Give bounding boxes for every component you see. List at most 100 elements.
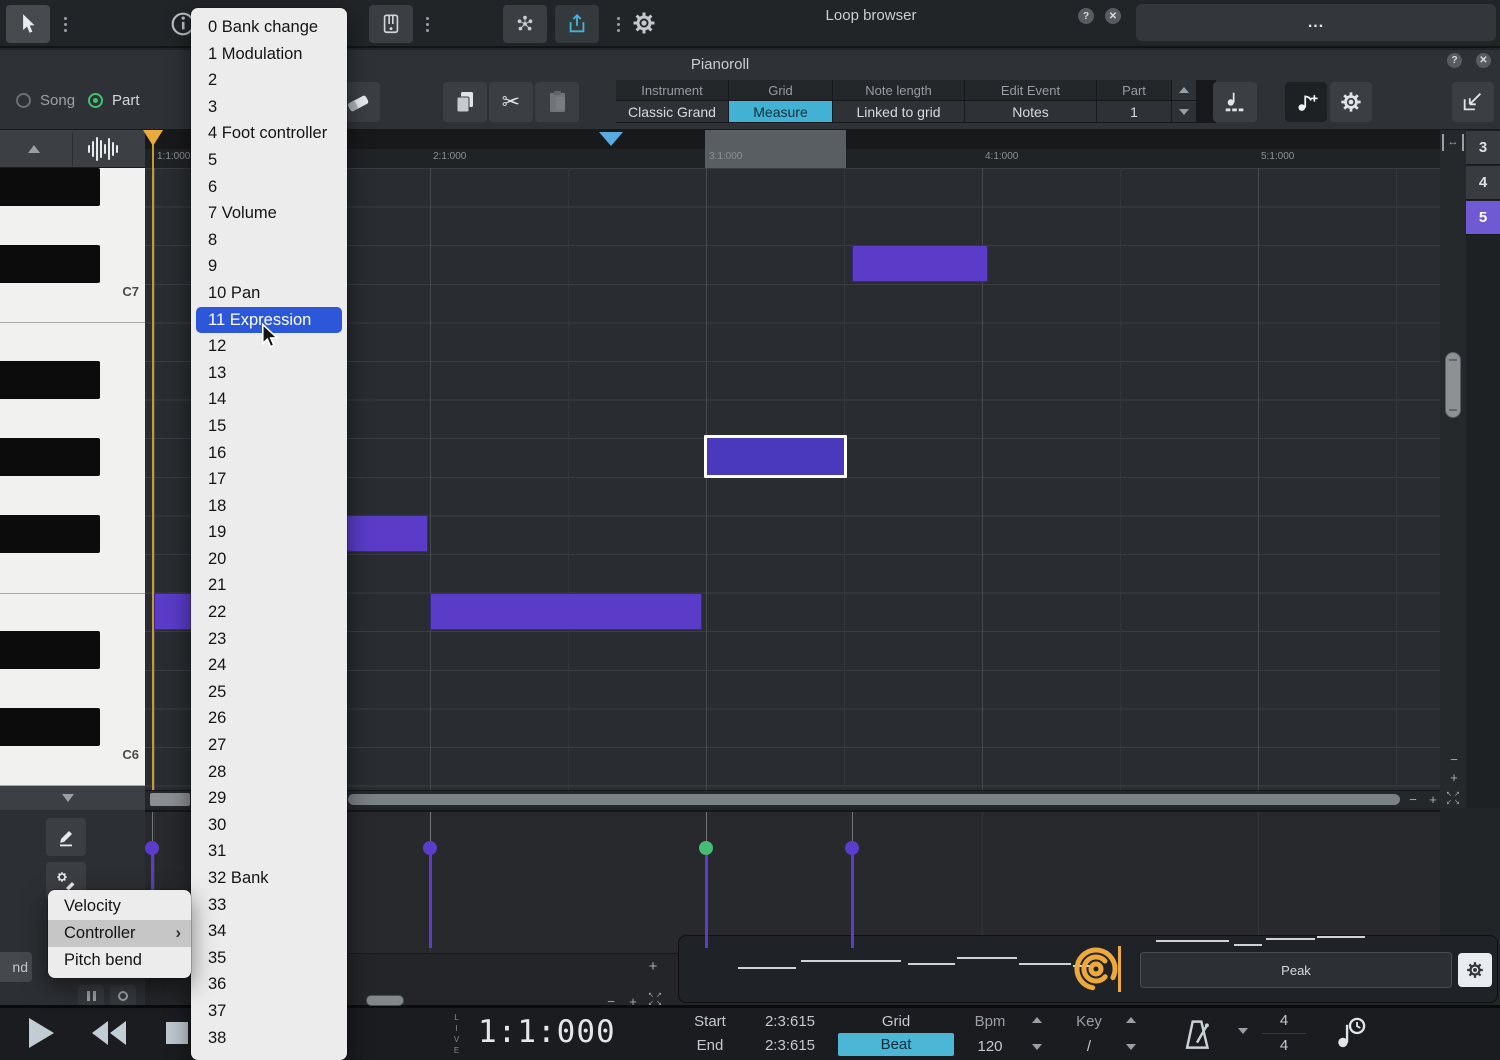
time-sig-bottom[interactable]: 4 (1262, 1037, 1306, 1054)
export-options-kebab-icon[interactable] (611, 12, 625, 36)
lane-h-scrollbar-thumb[interactable] (366, 995, 404, 1006)
settings-value-0[interactable]: Classic Grand (616, 101, 728, 122)
controller-menu-item[interactable]: 33 (191, 892, 347, 919)
velocity-point[interactable] (699, 841, 713, 855)
controller-menu-item[interactable]: 13 (191, 360, 347, 387)
play-button[interactable] (12, 1010, 70, 1056)
arrow-tool-button[interactable] (6, 5, 50, 43)
peak-bar[interactable]: Peak (1140, 952, 1452, 988)
add-note-button[interactable] (1285, 82, 1327, 122)
controller-menu-item[interactable]: 17 (191, 466, 347, 493)
part-up-button[interactable] (1172, 80, 1196, 100)
controller-menu-item[interactable]: 30 (191, 812, 347, 839)
controller-menu-item[interactable]: 1 Modulation (191, 41, 347, 68)
controller-menu-item[interactable]: 9 (191, 253, 347, 280)
grid-value-chip[interactable]: Beat (838, 1033, 954, 1056)
controller-menu-item[interactable]: 0 Bank change (191, 14, 347, 41)
metronome-options-icon[interactable] (1238, 1028, 1248, 1034)
controller-menu-item[interactable]: 38 (191, 1025, 347, 1052)
black-key[interactable] (0, 438, 100, 476)
controller-menu-item[interactable]: 4 Foot controller (191, 120, 347, 147)
playhead-marker[interactable] (143, 130, 163, 146)
controller-menu-item[interactable]: 20 (191, 546, 347, 573)
h-zoom-out-button[interactable]: − (1406, 792, 1420, 806)
pianoroll-help-icon[interactable]: ? (1447, 53, 1462, 68)
h-zoom-fit-icon[interactable]: ↔ (1442, 134, 1464, 151)
time-sig-top[interactable]: 4 (1262, 1012, 1306, 1029)
export-button[interactable] (555, 5, 599, 43)
lane-zoom-in-button[interactable]: + (626, 994, 640, 1008)
controller-menu-item[interactable]: 8 (191, 227, 347, 254)
quantize-button[interactable] (1213, 82, 1257, 122)
velocity-point[interactable] (145, 841, 159, 855)
lane-type-partial-button[interactable]: nd (0, 952, 32, 982)
controller-menu-item[interactable]: 5 (191, 147, 347, 174)
controller-menu-item[interactable]: 14 (191, 386, 347, 413)
toolbar-settings-gear-icon[interactable] (632, 11, 658, 37)
song-radio[interactable] (16, 93, 31, 108)
controller-menu-item[interactable]: 22 (191, 599, 347, 626)
black-key[interactable] (0, 708, 100, 746)
controller-menu-item[interactable]: 29 (191, 785, 347, 812)
settings-value-1[interactable]: Measure (729, 101, 832, 122)
waveform-icon[interactable] (88, 135, 118, 163)
pianoroll-close-icon[interactable]: ✕ (1476, 53, 1491, 68)
controller-menu-item[interactable]: 7 Volume (191, 200, 347, 227)
macro-controls-button[interactable] (503, 5, 547, 43)
v-zoom-out-button[interactable]: − (1447, 752, 1461, 766)
controller-menu-item[interactable]: 2 (191, 67, 347, 94)
controller-menu-item[interactable]: 21 (191, 572, 347, 599)
loop-browser-close-icon[interactable]: ✕ (1105, 8, 1121, 24)
metronome-icon[interactable] (1176, 1014, 1218, 1054)
bpm-value[interactable]: 120 (958, 1038, 1022, 1055)
part-tab-3[interactable]: 3 (1466, 131, 1500, 165)
h-scrollbar-left-block[interactable] (150, 793, 190, 806)
lane-menu-item[interactable]: Controller› (48, 920, 191, 947)
controller-menu-item[interactable]: 24 (191, 652, 347, 679)
controller-menu-item[interactable]: 16 (191, 440, 347, 467)
black-key[interactable] (0, 245, 100, 283)
controller-menu-item[interactable]: 19 (191, 519, 347, 546)
midi-note-selected[interactable] (704, 435, 847, 478)
v-zoom-in-button[interactable]: + (1447, 770, 1461, 784)
black-key[interactable] (0, 361, 100, 399)
midi-note[interactable] (430, 593, 702, 630)
controller-menu-item[interactable]: 31 (191, 838, 347, 865)
rewind-button[interactable] (80, 1010, 138, 1056)
controller-menu-item[interactable]: 23 (191, 626, 347, 653)
pianoroll-settings-gear-button[interactable] (1330, 82, 1372, 122)
lane-expand-icon[interactable]: ↖↗↙↘ (648, 992, 664, 1008)
view-options-kebab-icon[interactable] (420, 12, 434, 36)
key-down-icon[interactable] (1126, 1044, 1136, 1050)
tempo-track-icon[interactable] (1330, 1014, 1370, 1052)
pianoroll-view-button[interactable] (369, 5, 413, 43)
scroll-down-icon[interactable] (62, 794, 74, 802)
lane-menu-item[interactable]: Velocity (48, 893, 191, 920)
spiral-logo-icon[interactable] (1074, 938, 1124, 1000)
part-down-button[interactable] (1172, 101, 1196, 122)
loop-browser-help-icon[interactable]: ? (1078, 8, 1094, 24)
end-marker[interactable] (599, 132, 623, 146)
part-tab-5[interactable]: 5 (1466, 201, 1500, 235)
peak-settings-button[interactable] (1458, 953, 1492, 987)
lane-menu-item[interactable]: Pitch bend (48, 947, 191, 974)
controller-menu-item[interactable]: 25 (191, 679, 347, 706)
controller-menu-item[interactable]: 36 (191, 971, 347, 998)
draw-tool-button[interactable] (46, 818, 86, 856)
piano-keyboard[interactable]: C7C6 (0, 168, 145, 786)
end-value[interactable]: 2:3:615 (752, 1037, 828, 1054)
controller-menu-item[interactable]: 32 Bank (191, 865, 347, 892)
vertical-scrollbar-thumb[interactable] (1445, 352, 1461, 418)
controller-menu-item[interactable]: 28 (191, 759, 347, 786)
settings-value-4[interactable]: 1 (1097, 101, 1171, 122)
paste-button[interactable] (535, 82, 579, 122)
small-button-record[interactable] (110, 985, 136, 1007)
controller-menu-item[interactable]: 10 Pan (191, 280, 347, 307)
tool-options-kebab-icon[interactable] (58, 12, 72, 36)
key-value[interactable]: / (1060, 1038, 1118, 1055)
controller-menu-item[interactable]: 35 (191, 945, 347, 972)
part-radio[interactable] (88, 93, 103, 108)
h-zoom-in-button[interactable]: + (1426, 792, 1440, 806)
bpm-down-icon[interactable] (1032, 1044, 1042, 1050)
import-to-track-button[interactable] (1452, 82, 1494, 122)
